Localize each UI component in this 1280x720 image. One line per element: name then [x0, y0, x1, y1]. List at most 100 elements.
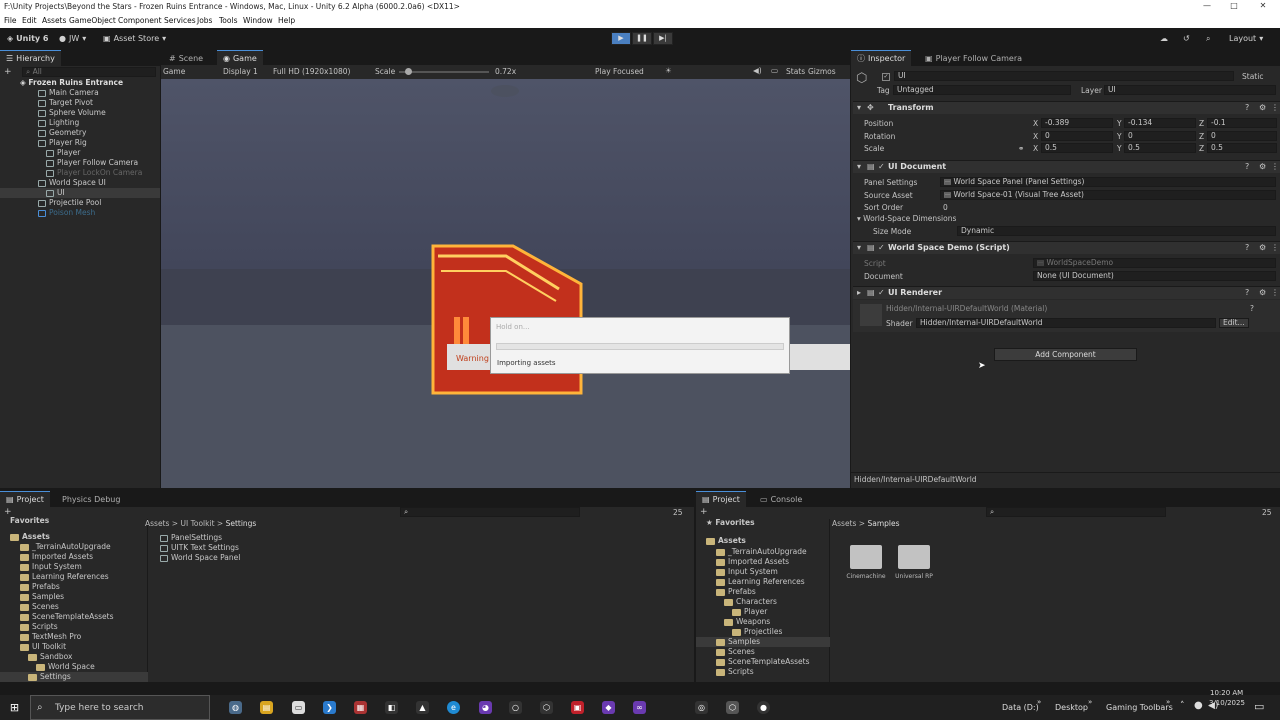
breadcrumb-item[interactable]: Samples	[867, 519, 899, 528]
microphone-icon[interactable]: ●	[1194, 700, 1203, 711]
data-drive-toolbar[interactable]: Data (D:)	[1002, 703, 1039, 712]
folder-item[interactable]: Scripts	[716, 667, 754, 677]
game-mode-dropdown[interactable]: Game	[163, 67, 185, 76]
breadcrumb-item[interactable]: UI Toolkit	[180, 519, 214, 528]
tab-game[interactable]: ◉ Game	[217, 50, 263, 66]
more-icon[interactable]: ⋮	[1271, 162, 1279, 171]
help-icon[interactable]: ?	[1245, 162, 1249, 171]
hierarchy-item[interactable]: Sphere Volume	[38, 108, 106, 118]
add-button[interactable]: +	[700, 507, 708, 517]
hierarchy-item[interactable]: Main Camera	[38, 88, 99, 98]
active-checkbox[interactable]: ✓	[882, 73, 890, 81]
menu-tools[interactable]: Tools	[219, 16, 237, 25]
tab-console[interactable]: ▭ Console	[754, 491, 808, 507]
settings-icon[interactable]: ⚙	[1259, 162, 1266, 171]
help-icon[interactable]: ?	[1250, 304, 1254, 313]
shader-dropdown[interactable]: Hidden/Internal-UIRDefaultWorld	[916, 318, 1216, 328]
settings-icon[interactable]: ⚙	[1259, 243, 1266, 252]
more-icon[interactable]: ⋮	[1271, 288, 1279, 297]
unity-button[interactable]: ◈ Unity 6	[4, 32, 51, 45]
folder-item[interactable]: _TerrainAutoUpgrade	[20, 542, 111, 552]
folder-tile[interactable]: Cinemachine	[846, 543, 886, 588]
asset-store-dropdown[interactable]: ▣ Asset Store ▾	[100, 32, 169, 45]
app-icon[interactable]: ▦	[354, 701, 367, 714]
sort-order-value[interactable]: 0	[943, 203, 948, 212]
folder-item[interactable]: SceneTemplateAssets	[20, 612, 114, 622]
tab-physics-debug[interactable]: Physics Debug	[56, 491, 126, 507]
position-z-field[interactable]: -0.1	[1207, 118, 1277, 128]
add-button[interactable]: +	[4, 67, 14, 77]
app-icon[interactable]: ▲	[416, 701, 429, 714]
enabled-checkbox[interactable]: ✓	[878, 162, 885, 171]
project-search-input[interactable]: ⌕	[400, 507, 580, 517]
rotation-y-field[interactable]: 0	[1124, 131, 1196, 141]
tab-inspector[interactable]: ⓘ Inspector	[851, 50, 912, 66]
folder-item[interactable]: Learning References	[20, 572, 109, 582]
assets-root[interactable]: Assets	[10, 532, 50, 542]
folder-item[interactable]: Scripts	[20, 622, 58, 632]
menu-component[interactable]: Component	[118, 16, 162, 25]
sun-icon[interactable]: ☀	[665, 66, 672, 75]
folder-tile[interactable]: Universal RP	[894, 543, 934, 588]
folder-item[interactable]: Prefabs	[20, 582, 60, 592]
hierarchy-item[interactable]: World Space UI	[38, 178, 106, 188]
game-view[interactable]: Warning	[161, 79, 850, 488]
menu-edit[interactable]: Edit	[22, 16, 37, 25]
desktop-toolbar[interactable]: Desktop	[1055, 703, 1088, 712]
pause-button[interactable]: ❚❚	[632, 32, 652, 45]
folder-item[interactable]: Imported Assets	[716, 557, 789, 567]
scale-y-field[interactable]: 0.5	[1124, 143, 1196, 153]
unity-hub-icon[interactable]: ⬡	[540, 701, 553, 714]
edge-icon[interactable]: e	[447, 701, 460, 714]
more-icon[interactable]: ⋮	[1271, 103, 1279, 112]
scale-x-field[interactable]: 0.5	[1041, 143, 1113, 153]
windows-start-icon[interactable]: ⊞	[8, 701, 21, 714]
display-dropdown[interactable]: Display 1	[223, 67, 258, 76]
tab-project[interactable]: ▤ Project	[696, 491, 746, 507]
stats-button[interactable]: Stats	[786, 67, 805, 76]
chevron-up-icon[interactable]: ˄	[1180, 701, 1185, 711]
enabled-checkbox[interactable]: ✓	[878, 288, 885, 297]
folder-item-selected[interactable]: Samples	[696, 637, 830, 647]
account-dropdown[interactable]: ● JW ▾	[56, 32, 89, 45]
folder-item[interactable]: UI Toolkit	[20, 642, 66, 652]
menu-window[interactable]: Window	[243, 16, 273, 25]
folder-item[interactable]: World Space	[36, 662, 95, 672]
transform-header[interactable]: ▾ ✥ Transform? ⚙ ⋮	[853, 101, 1280, 114]
file-explorer-icon[interactable]: ▤	[260, 701, 273, 714]
ui-document-header[interactable]: ▾ ▤ ✓ UI Document? ⚙ ⋮	[853, 160, 1280, 173]
static-toggle[interactable]: Static	[1242, 72, 1263, 81]
cloud-icon[interactable]: ☁	[1157, 32, 1171, 45]
gameobject-name-input[interactable]: UI	[894, 71, 1234, 81]
minimize-button[interactable]: —	[1200, 1, 1214, 13]
hierarchy-item[interactable]: Target Pivot	[38, 98, 93, 108]
time-label[interactable]: 10:20 AM	[1210, 689, 1243, 697]
document-field[interactable]: None (UI Document)	[1033, 271, 1276, 281]
search-icon[interactable]: ⌕	[1203, 32, 1213, 45]
scale-z-field[interactable]: 0.5	[1207, 143, 1277, 153]
notification-icon[interactable]: ▭	[1254, 700, 1264, 713]
menu-jobs[interactable]: Jobs	[197, 16, 212, 25]
folder-item[interactable]: Samples	[20, 592, 64, 602]
step-button[interactable]: ▶|	[653, 32, 673, 45]
asset-file[interactable]: World Space Panel	[160, 553, 240, 563]
help-icon[interactable]: ?	[1245, 288, 1249, 297]
hierarchy-item[interactable]: Lighting	[38, 118, 79, 128]
help-icon[interactable]: ?	[1245, 243, 1249, 252]
asset-file[interactable]: UITK Text Settings	[160, 543, 239, 553]
settings-icon[interactable]: ⚙	[1259, 103, 1266, 112]
overflow-icon[interactable]: »	[1088, 698, 1092, 706]
folder-item[interactable]: Prefabs	[716, 587, 756, 597]
layout-dropdown[interactable]: Layout ▾	[1226, 32, 1266, 45]
folder-item[interactable]: Player	[732, 607, 767, 617]
folder-item[interactable]: SceneTemplateAssets	[716, 657, 810, 667]
app-icon[interactable]: ●	[757, 701, 770, 714]
menu-gameobject[interactable]: GameObject	[69, 16, 116, 25]
panel-settings-field[interactable]: ▤ World Space Panel (Panel Settings)	[940, 177, 1276, 187]
assets-root[interactable]: Assets	[706, 536, 746, 546]
tab-player-follow-camera[interactable]: ▣ Player Follow Camera	[919, 50, 1028, 66]
help-icon[interactable]: ?	[1245, 103, 1249, 112]
position-y-field[interactable]: -0.134	[1124, 118, 1196, 128]
close-button[interactable]: ✕	[1256, 1, 1270, 13]
tag-dropdown[interactable]: Untagged	[893, 85, 1071, 95]
